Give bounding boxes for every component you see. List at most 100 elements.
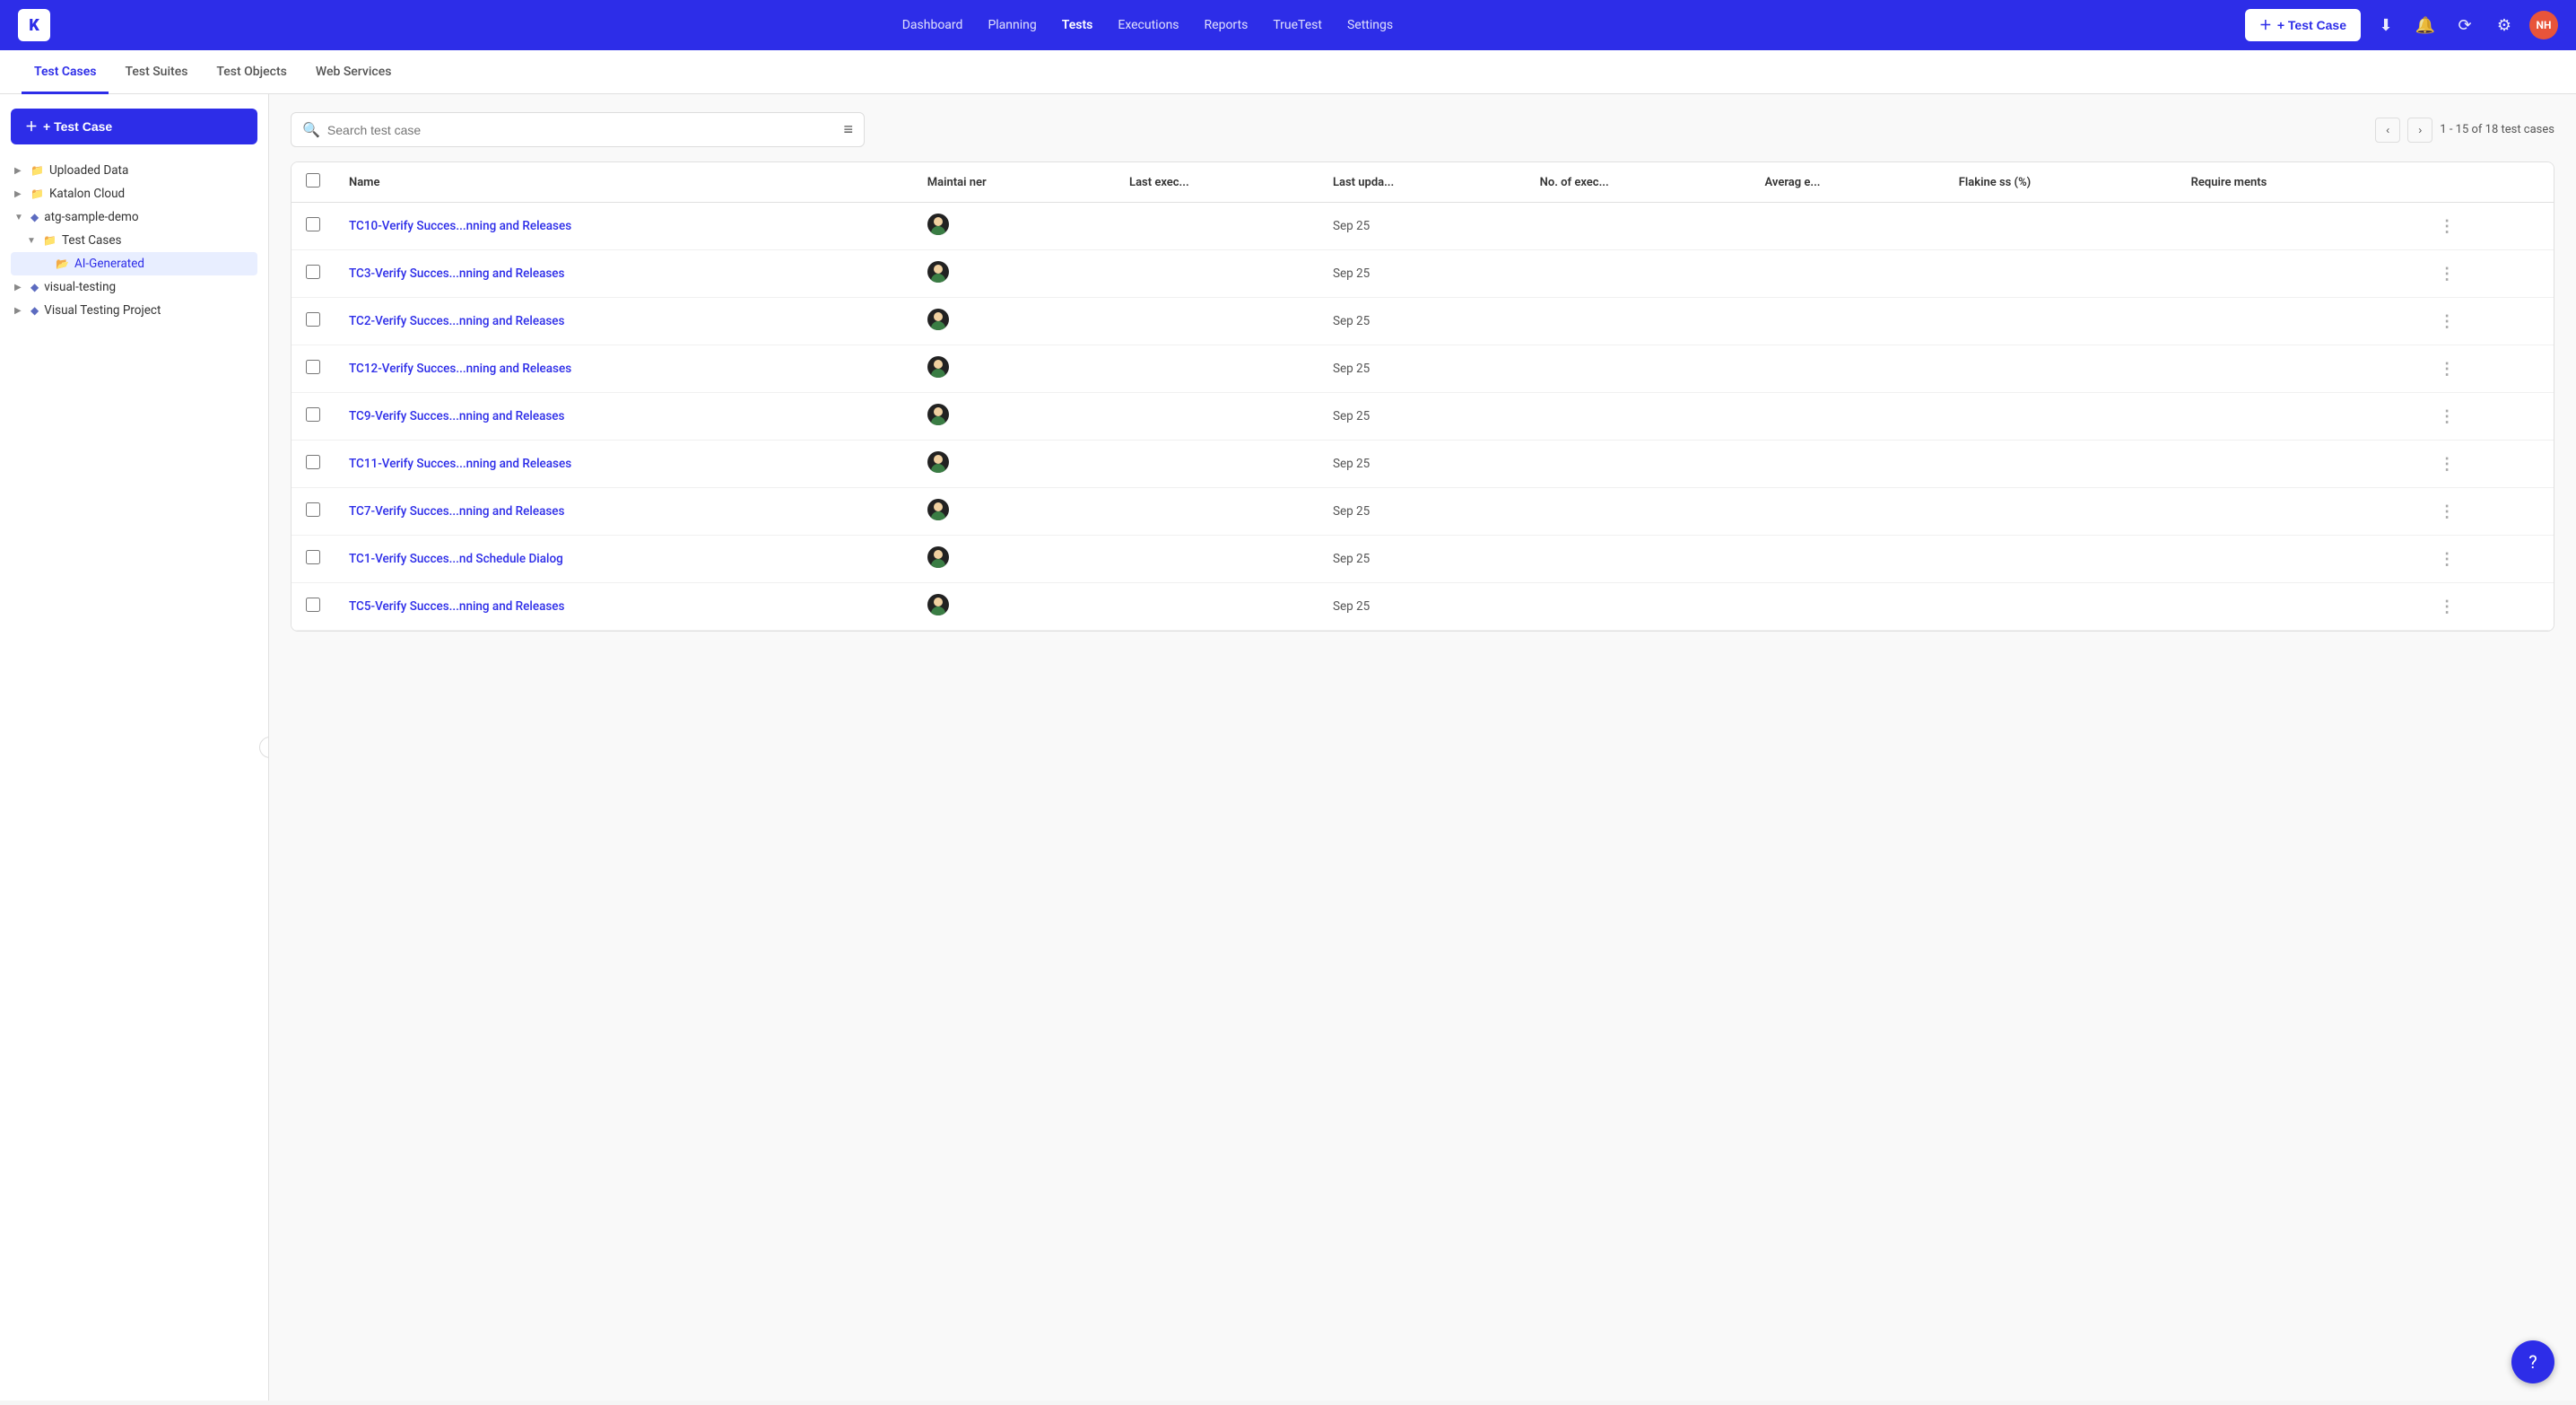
chat-button[interactable]: ? [2511,1340,2554,1383]
tab-test-suites[interactable]: Test Suites [112,50,200,94]
sidebar-item-visual-testing[interactable]: ▶ ◆ visual-testing [11,275,257,299]
caret-uploaded-data: ▶ [14,166,27,176]
sidebar-item-atg-sample-demo[interactable]: ▼ ◆ atg-sample-demo [11,205,257,229]
row-flakiness [1945,250,2177,298]
sidebar-item-ai-generated[interactable]: 📂 AI-Generated [11,252,257,275]
user-avatar[interactable]: NH [2529,11,2558,39]
row-checkbox-cell [292,203,335,250]
row-name: TC12-Verify Succes...nning and Releases [335,345,913,393]
row-maintainer [913,298,1115,345]
nav-reports[interactable]: Reports [1205,14,1249,36]
row-checkbox[interactable] [306,455,320,469]
sidebar-new-test-case-button[interactable]: ＋ + Test Case [11,109,257,144]
sidebar-item-uploaded-data[interactable]: ▶ 📁 Uploaded Data [11,159,257,182]
notifications-button[interactable]: 🔔 [2411,11,2440,39]
sidebar-item-katalon-cloud[interactable]: ▶ 📁 Katalon Cloud [11,182,257,205]
row-more-button[interactable]: ⋮ [2432,547,2462,571]
row-checkbox[interactable] [306,502,320,517]
test-case-link[interactable]: TC10-Verify Succes...nning and Releases [349,219,571,233]
nav-truetest[interactable]: TrueTest [1273,14,1322,36]
diamond-icon-vtp: ◆ [30,304,39,317]
nav-settings[interactable]: Settings [1347,14,1393,36]
sidebar-collapse-button[interactable]: ‹ [259,737,269,758]
caret-test-cases: ▼ [27,236,39,246]
select-all-checkbox[interactable] [306,173,320,188]
row-more-button[interactable]: ⋮ [2432,405,2462,428]
sidebar-item-visual-testing-project[interactable]: ▶ ◆ Visual Testing Project [11,299,257,322]
row-no-exec [1526,250,1751,298]
maintainer-avatar [927,356,949,378]
col-average: Averag e... [1751,162,1945,203]
test-case-link[interactable]: TC1-Verify Succes...nd Schedule Dialog [349,552,563,566]
row-more-actions: ⋮ [2417,393,2554,441]
tab-test-objects[interactable]: Test Objects [204,50,299,94]
row-checkbox[interactable] [306,360,320,374]
search-input[interactable] [327,123,837,137]
row-more-button[interactable]: ⋮ [2432,500,2462,523]
diamond-icon-visual: ◆ [30,281,39,293]
row-more-button[interactable]: ⋮ [2432,214,2462,238]
pagination-next-button[interactable]: › [2407,118,2432,143]
row-more-button[interactable]: ⋮ [2432,262,2462,285]
row-name: TC5-Verify Succes...nning and Releases [335,583,913,631]
row-average [1751,583,1945,631]
row-no-exec [1526,441,1751,488]
test-cases-table: Name Maintai ner Last exec... Last upda.… [292,162,2554,631]
table-row: TC9-Verify Succes...nning and Releases S… [292,393,2554,441]
row-checkbox[interactable] [306,265,320,279]
row-name: TC3-Verify Succes...nning and Releases [335,250,913,298]
test-case-link[interactable]: TC5-Verify Succes...nning and Releases [349,599,564,614]
row-checkbox[interactable] [306,407,320,422]
maintainer-avatar [927,404,949,425]
filter-button[interactable]: ≡ [843,120,853,139]
row-checkbox[interactable] [306,550,320,564]
row-more-button[interactable]: ⋮ [2432,357,2462,380]
history-button[interactable]: ⟳ [2450,11,2479,39]
nav-executions[interactable]: Executions [1118,14,1179,36]
search-input-wrapper[interactable]: 🔍 ≡ [291,112,865,147]
tab-web-services[interactable]: Web Services [303,50,405,94]
row-name: TC11-Verify Succes...nning and Releases [335,441,913,488]
row-last-exec [1115,298,1318,345]
test-case-link[interactable]: TC9-Verify Succes...nning and Releases [349,409,564,423]
main-layout: ＋ + Test Case ▶ 📁 Uploaded Data ▶ 📁 Kata… [0,94,2576,1401]
tab-test-cases[interactable]: Test Cases [22,50,109,94]
pagination-prev-button[interactable]: ‹ [2375,118,2400,143]
row-more-actions: ⋮ [2417,441,2554,488]
nav-planning[interactable]: Planning [988,14,1036,36]
sidebar-item-test-cases[interactable]: ▼ 📁 Test Cases [11,229,257,252]
row-checkbox-cell [292,393,335,441]
maintainer-avatar [927,546,949,568]
row-requirements [2177,345,2417,393]
test-case-link[interactable]: TC7-Verify Succes...nning and Releases [349,504,564,519]
folder-open-icon-ai: 📂 [56,257,69,270]
row-checkbox[interactable] [306,217,320,231]
test-case-link[interactable]: TC12-Verify Succes...nning and Releases [349,362,571,376]
row-flakiness [1945,393,2177,441]
row-name: TC7-Verify Succes...nning and Releases [335,488,913,536]
settings-button[interactable]: ⚙ [2490,11,2519,39]
row-last-upda: Sep 25 [1318,203,1526,250]
row-requirements [2177,298,2417,345]
app-logo[interactable]: K [18,9,50,41]
caret-visual-testing: ▶ [14,283,27,292]
nav-tests[interactable]: Tests [1062,14,1093,36]
row-more-button[interactable]: ⋮ [2432,595,2462,618]
row-checkbox[interactable] [306,312,320,327]
test-case-link[interactable]: TC11-Verify Succes...nning and Releases [349,457,571,471]
row-checkbox[interactable] [306,598,320,612]
row-more-button[interactable]: ⋮ [2432,452,2462,476]
test-case-link[interactable]: TC2-Verify Succes...nning and Releases [349,314,564,328]
maintainer-avatar [927,261,949,283]
col-last-exec: Last exec... [1115,162,1318,203]
test-case-link[interactable]: TC3-Verify Succes...nning and Releases [349,266,564,281]
search-icon: 🔍 [302,121,320,138]
table-row: TC7-Verify Succes...nning and Releases S… [292,488,2554,536]
add-test-case-button[interactable]: ＋ + Test Case [2245,9,2361,41]
nav-dashboard[interactable]: Dashboard [902,14,963,36]
row-maintainer [913,488,1115,536]
row-checkbox-cell [292,488,335,536]
row-more-button[interactable]: ⋮ [2432,310,2462,333]
row-last-upda: Sep 25 [1318,298,1526,345]
download-button[interactable]: ⬇ [2371,11,2400,39]
